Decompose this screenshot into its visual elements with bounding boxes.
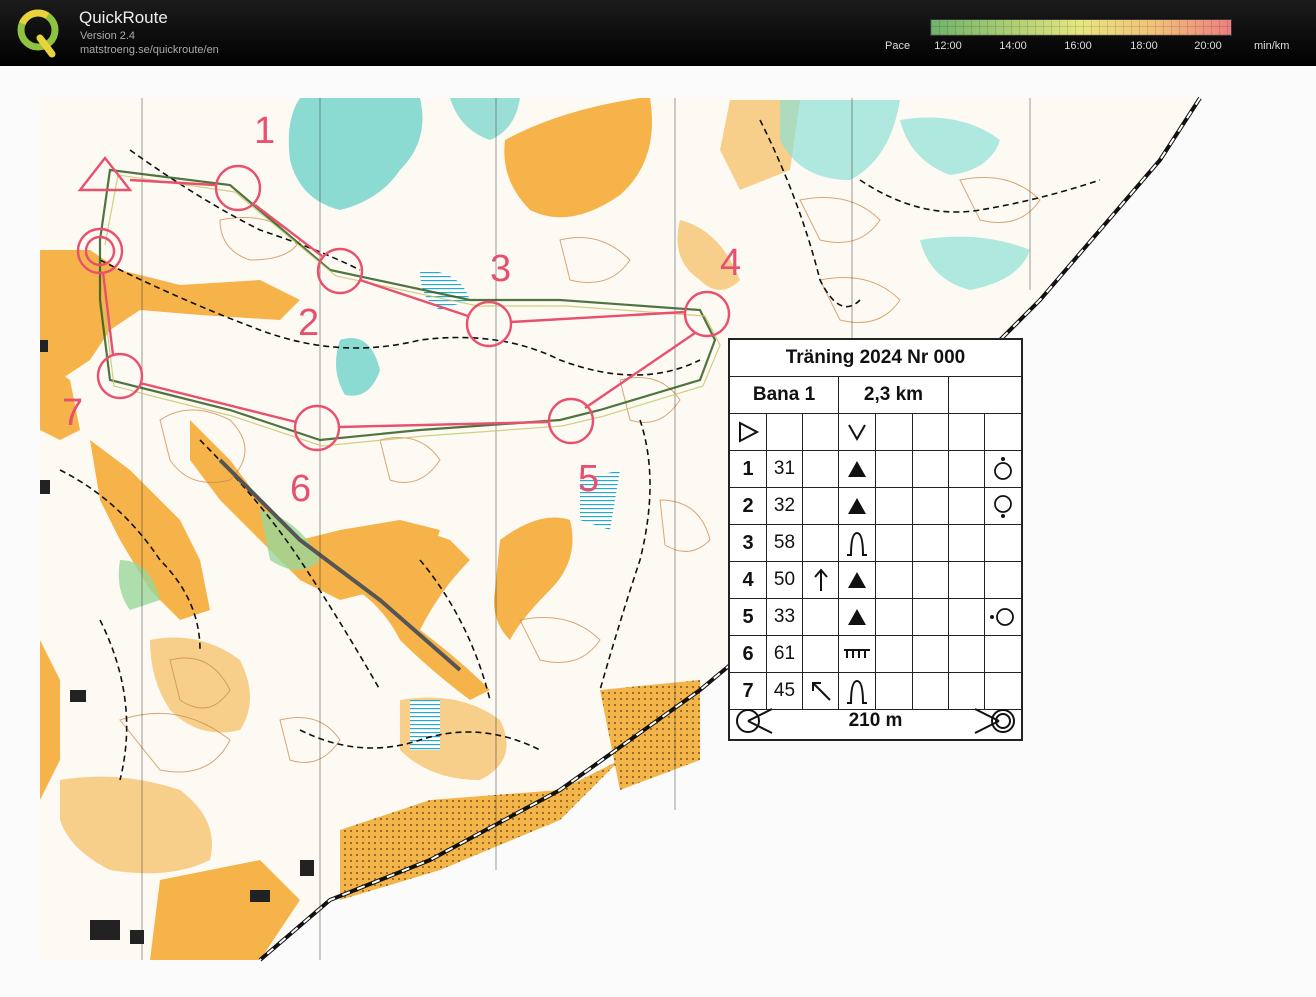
app-version: Version 2.4 <box>80 30 136 42</box>
cd-cell <box>876 599 913 635</box>
cd-empty-cell <box>949 377 1021 413</box>
cd-title: Träning 2024 Nr 000 <box>730 340 1021 377</box>
cd-header-row: Bana 1 2,3 km <box>730 377 1021 414</box>
cd-cell <box>949 414 985 450</box>
cd-control-number: 5 <box>730 599 767 635</box>
map-canvas[interactable]: 1 2 3 4 5 6 7 <box>0 66 1316 997</box>
cd-cell <box>803 599 839 635</box>
cd-cell <box>876 414 913 450</box>
orienteering-map <box>40 96 1202 962</box>
cd-cell <box>949 599 985 635</box>
control-number-2: 2 <box>298 302 320 344</box>
quickroute-logo-icon <box>17 9 59 58</box>
finish-circle-icon <box>974 708 1015 734</box>
map-paper <box>40 98 1200 960</box>
marsh <box>410 700 440 750</box>
cd-control-number: 6 <box>730 636 767 672</box>
sandy-ground <box>600 680 700 790</box>
v-shape-icon <box>839 414 876 450</box>
cd-course: Bana 1 <box>730 377 839 413</box>
pace-tick: 20:00 <box>1194 40 1222 52</box>
pace-unit: min/km <box>1254 40 1290 52</box>
cd-cell <box>803 451 839 487</box>
arrow-up-icon <box>803 562 839 598</box>
cd-cell <box>949 488 985 524</box>
cd-cell <box>876 562 913 598</box>
control-number-3: 3 <box>490 248 512 290</box>
cd-cell <box>949 525 985 561</box>
boulder-icon <box>839 599 876 635</box>
cd-cell <box>803 636 839 672</box>
cd-cell <box>913 414 949 450</box>
control-number-6: 6 <box>290 468 312 510</box>
north-side-icon <box>985 451 1021 487</box>
cd-cell <box>949 451 985 487</box>
cd-cell <box>913 488 949 524</box>
cd-cell <box>913 599 949 635</box>
cd-cell <box>803 488 839 524</box>
cd-cell <box>803 414 839 450</box>
control-number-4: 4 <box>720 242 742 284</box>
cd-cell <box>913 636 949 672</box>
cd-cell <box>913 451 949 487</box>
cd-cell <box>949 562 985 598</box>
control-number-1: 1 <box>254 110 276 152</box>
cd-cell <box>985 636 1021 672</box>
cd-control-row: 4 50 <box>730 562 1021 599</box>
knoll-icon <box>839 525 876 561</box>
cd-cell <box>913 562 949 598</box>
start-triangle-icon <box>730 414 767 450</box>
cd-control-code: 33 <box>767 599 803 635</box>
cd-control-row: 5 33 <box>730 599 1021 636</box>
control-description-table: Träning 2024 Nr 000 Bana 1 2,3 km 1 31 2… <box>728 338 1023 741</box>
cd-cell <box>876 451 913 487</box>
cd-control-code: 61 <box>767 636 803 672</box>
cd-cell <box>913 525 949 561</box>
control-number-5: 5 <box>578 458 600 500</box>
cd-length: 2,3 km <box>839 377 949 413</box>
boulder-icon <box>839 451 876 487</box>
cd-control-row: 2 32 <box>730 488 1021 525</box>
boulder-icon <box>839 562 876 598</box>
cd-control-number: 4 <box>730 562 767 598</box>
pace-tick: 18:00 <box>1130 40 1158 52</box>
pace-tick: 16:00 <box>1064 40 1092 52</box>
cd-cell <box>876 488 913 524</box>
cd-cell <box>985 562 1021 598</box>
cd-cell <box>767 414 803 450</box>
cd-control-number: 2 <box>730 488 767 524</box>
cd-control-code: 31 <box>767 451 803 487</box>
app-titlebar: QuickRoute Version 2.4 matstroeng.se/qui… <box>0 0 1316 66</box>
cd-control-row: 6 61 <box>730 636 1021 673</box>
cd-cell <box>985 525 1021 561</box>
cd-control-row: 1 31 <box>730 451 1021 488</box>
app-url[interactable]: matstroeng.se/quickroute/en <box>80 44 219 56</box>
boulder-icon <box>839 488 876 524</box>
cd-control-number: 3 <box>730 525 767 561</box>
cd-finish-row: 210 m <box>730 703 1021 739</box>
cd-cell <box>876 636 913 672</box>
cd-cell <box>803 525 839 561</box>
cd-start-row <box>730 414 1021 451</box>
app-name: QuickRoute <box>79 8 168 27</box>
cd-cell <box>876 525 913 561</box>
control-number-7: 7 <box>62 392 84 434</box>
earth-bank-icon <box>839 636 876 672</box>
pace-color-scale <box>930 19 1232 36</box>
west-side-icon <box>985 599 1021 635</box>
cd-cell <box>985 414 1021 450</box>
cd-control-code: 58 <box>767 525 803 561</box>
cd-control-code: 50 <box>767 562 803 598</box>
cd-control-code: 32 <box>767 488 803 524</box>
pace-label: Pace <box>885 40 911 52</box>
pace-tick-labels: 12:00 14:00 16:00 18:00 20:00 <box>930 40 1232 54</box>
pace-tick: 14:00 <box>999 40 1027 52</box>
south-side-icon <box>985 488 1021 524</box>
pace-tick: 12:00 <box>934 40 962 52</box>
cd-control-row: 3 58 <box>730 525 1021 562</box>
cd-control-number: 1 <box>730 451 767 487</box>
cd-cell <box>949 636 985 672</box>
